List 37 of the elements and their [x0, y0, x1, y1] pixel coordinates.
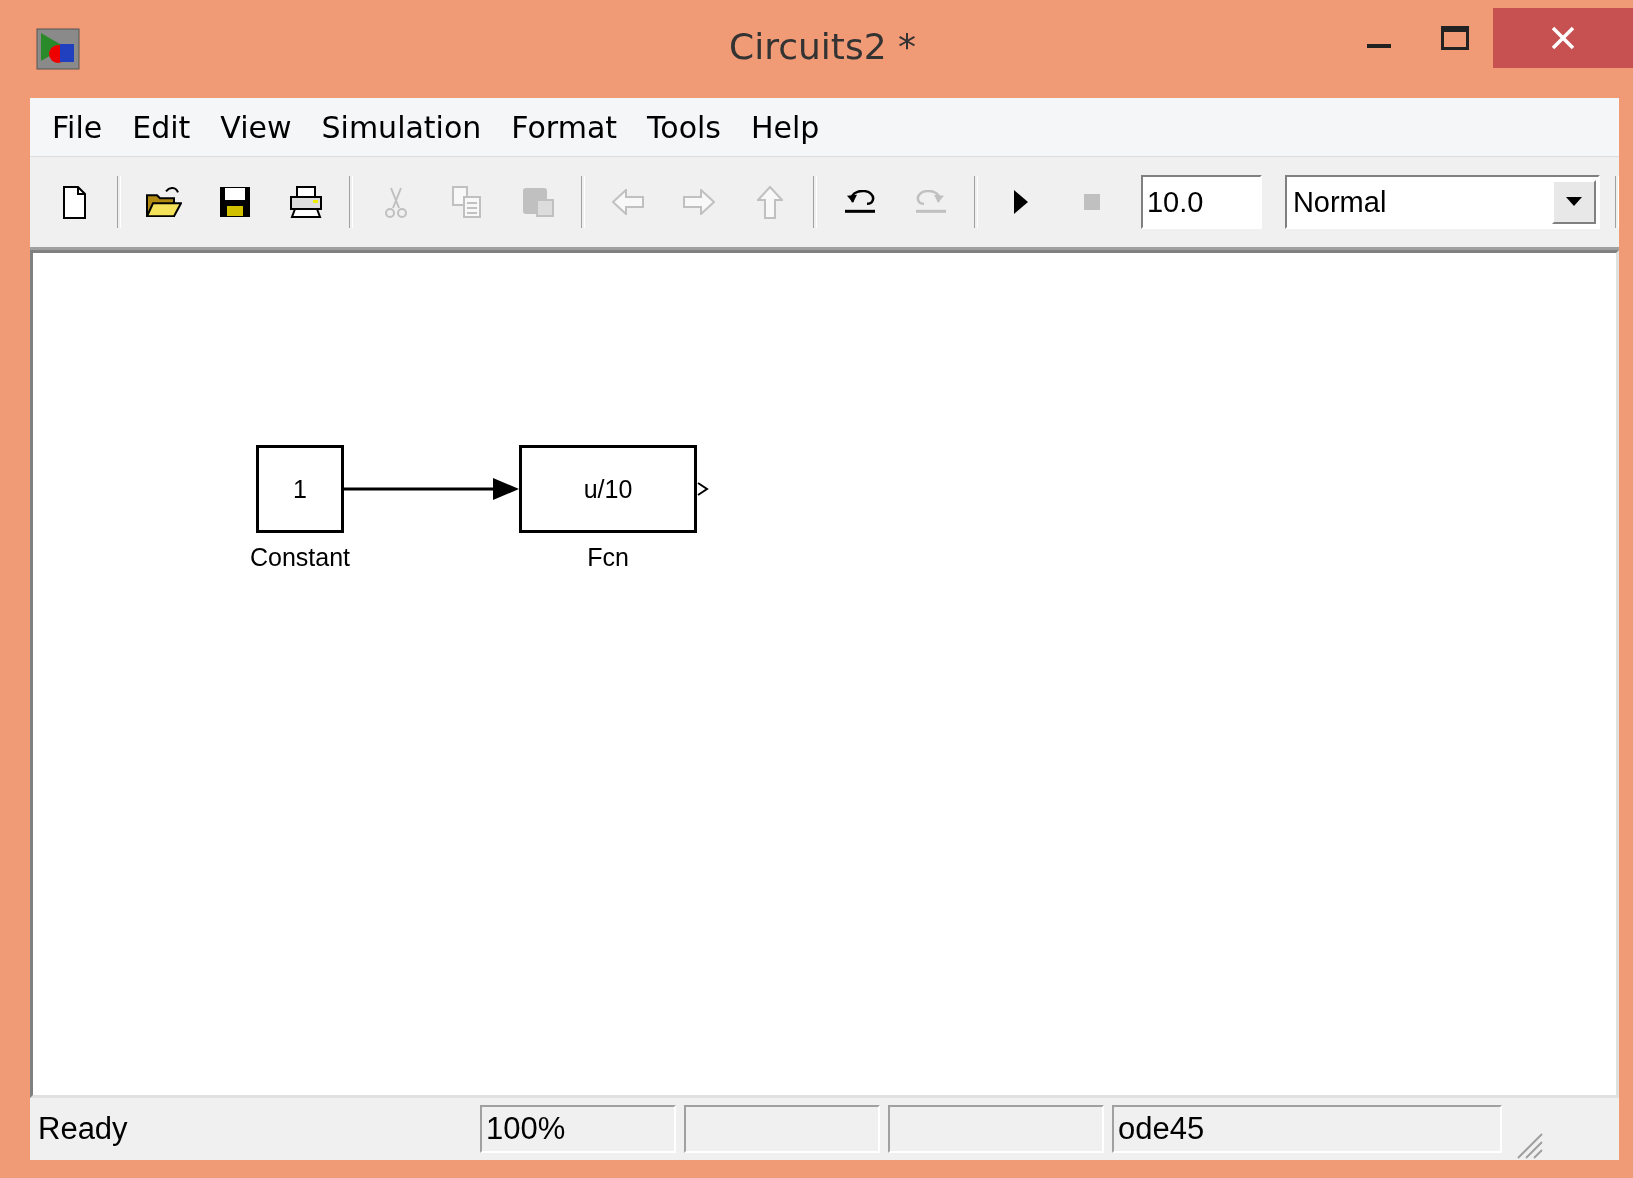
printer-icon [290, 186, 322, 218]
status-text: 100% [480, 1105, 676, 1153]
stop-time-field[interactable]: 10.0 [1140, 175, 1262, 229]
menu-item[interactable]: Format [501, 109, 638, 145]
right-arrow-icon [682, 189, 715, 215]
app-icon [36, 28, 80, 70]
scissors-icon [384, 186, 407, 218]
minimize-icon [1367, 44, 1391, 48]
clipboard-icon [521, 187, 554, 217]
status-text: Ready [37, 1110, 129, 1148]
redo-icon [914, 190, 947, 214]
menu-item[interactable]: Help [740, 109, 840, 145]
menu-item[interactable]: File [42, 109, 123, 145]
up-arrow-icon [756, 185, 783, 219]
maximize-icon [1441, 26, 1469, 50]
caret-icon [1566, 197, 1583, 207]
close-icon [1550, 25, 1576, 51]
block-label: Fcn [587, 543, 629, 572]
left-arrow-icon [611, 189, 644, 215]
menu-item[interactable]: Edit [122, 109, 211, 145]
diagram-block[interactable]: 1 [256, 445, 344, 533]
status-text: ode45 [1112, 1105, 1502, 1153]
play-icon [1012, 189, 1029, 215]
diagram-block[interactable]: u/10 [519, 445, 697, 533]
close-button[interactable] [1493, 8, 1633, 68]
window-title: Circuits2 * [729, 26, 916, 67]
menu-item[interactable]: View [210, 109, 312, 145]
menu-item[interactable]: Tools [637, 109, 741, 145]
copy-icon [452, 186, 482, 218]
simulation-mode-dropdown[interactable]: Normal [1284, 175, 1601, 229]
new-file-icon [62, 185, 86, 219]
stop-icon [1082, 193, 1101, 211]
undo-icon [843, 190, 876, 214]
folder-icon [146, 186, 182, 218]
block-label: Constant [249, 543, 351, 572]
model-canvas[interactable]: 1 Constant u/10 Fcn [30, 250, 1619, 1098]
menu-item[interactable]: Simulation [311, 109, 502, 145]
